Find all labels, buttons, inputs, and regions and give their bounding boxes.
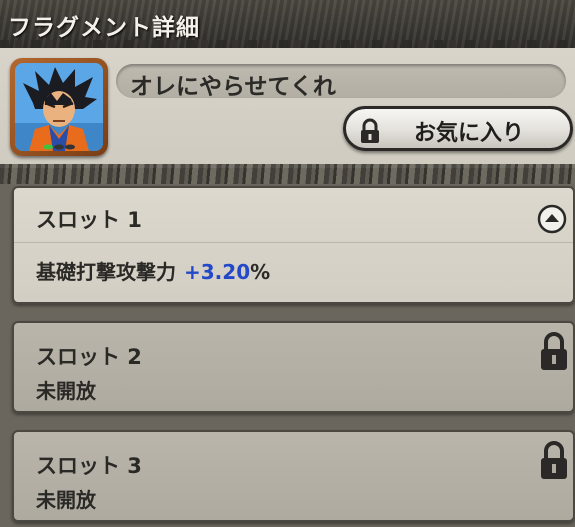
- page-title: フラグメント詳細: [8, 15, 200, 41]
- slot-3-card[interactable]: スロット 3 未開放: [12, 430, 575, 522]
- character-portrait[interactable]: [10, 58, 108, 156]
- slot-3-status: 未開放: [36, 488, 96, 512]
- lock-icon: [541, 332, 567, 370]
- fragment-name: オレにやらせてくれ: [130, 74, 336, 100]
- slot-1-header[interactable]: スロット 1: [14, 188, 573, 243]
- section-divider: [0, 164, 575, 184]
- fragment-name-field: オレにやらせてくれ: [116, 64, 566, 100]
- lock-icon: [361, 118, 379, 143]
- slot-1-title: スロット 1: [36, 208, 142, 232]
- stat-value: +3.20: [184, 260, 251, 284]
- character-portrait-image: [15, 63, 103, 151]
- favorite-button[interactable]: お気に入り: [343, 106, 573, 151]
- slot-2-status: 未開放: [36, 379, 96, 403]
- stat-unit: %: [250, 260, 271, 284]
- slot-2-title: スロット 2: [36, 345, 142, 369]
- slot-1-card[interactable]: スロット 1 基礎打撃攻撃力 +3.20%: [12, 186, 575, 304]
- slot-1-stat: 基礎打撃攻撃力 +3.20%: [36, 256, 270, 285]
- lock-icon: [541, 441, 567, 479]
- collapse-arrow-icon[interactable]: [537, 204, 567, 234]
- slot-2-card[interactable]: スロット 2 未開放: [12, 321, 575, 413]
- favorite-button-label: お気に入り: [414, 121, 525, 146]
- slot-3-title: スロット 3: [36, 454, 142, 478]
- stat-name: 基礎打撃攻撃力: [36, 260, 176, 284]
